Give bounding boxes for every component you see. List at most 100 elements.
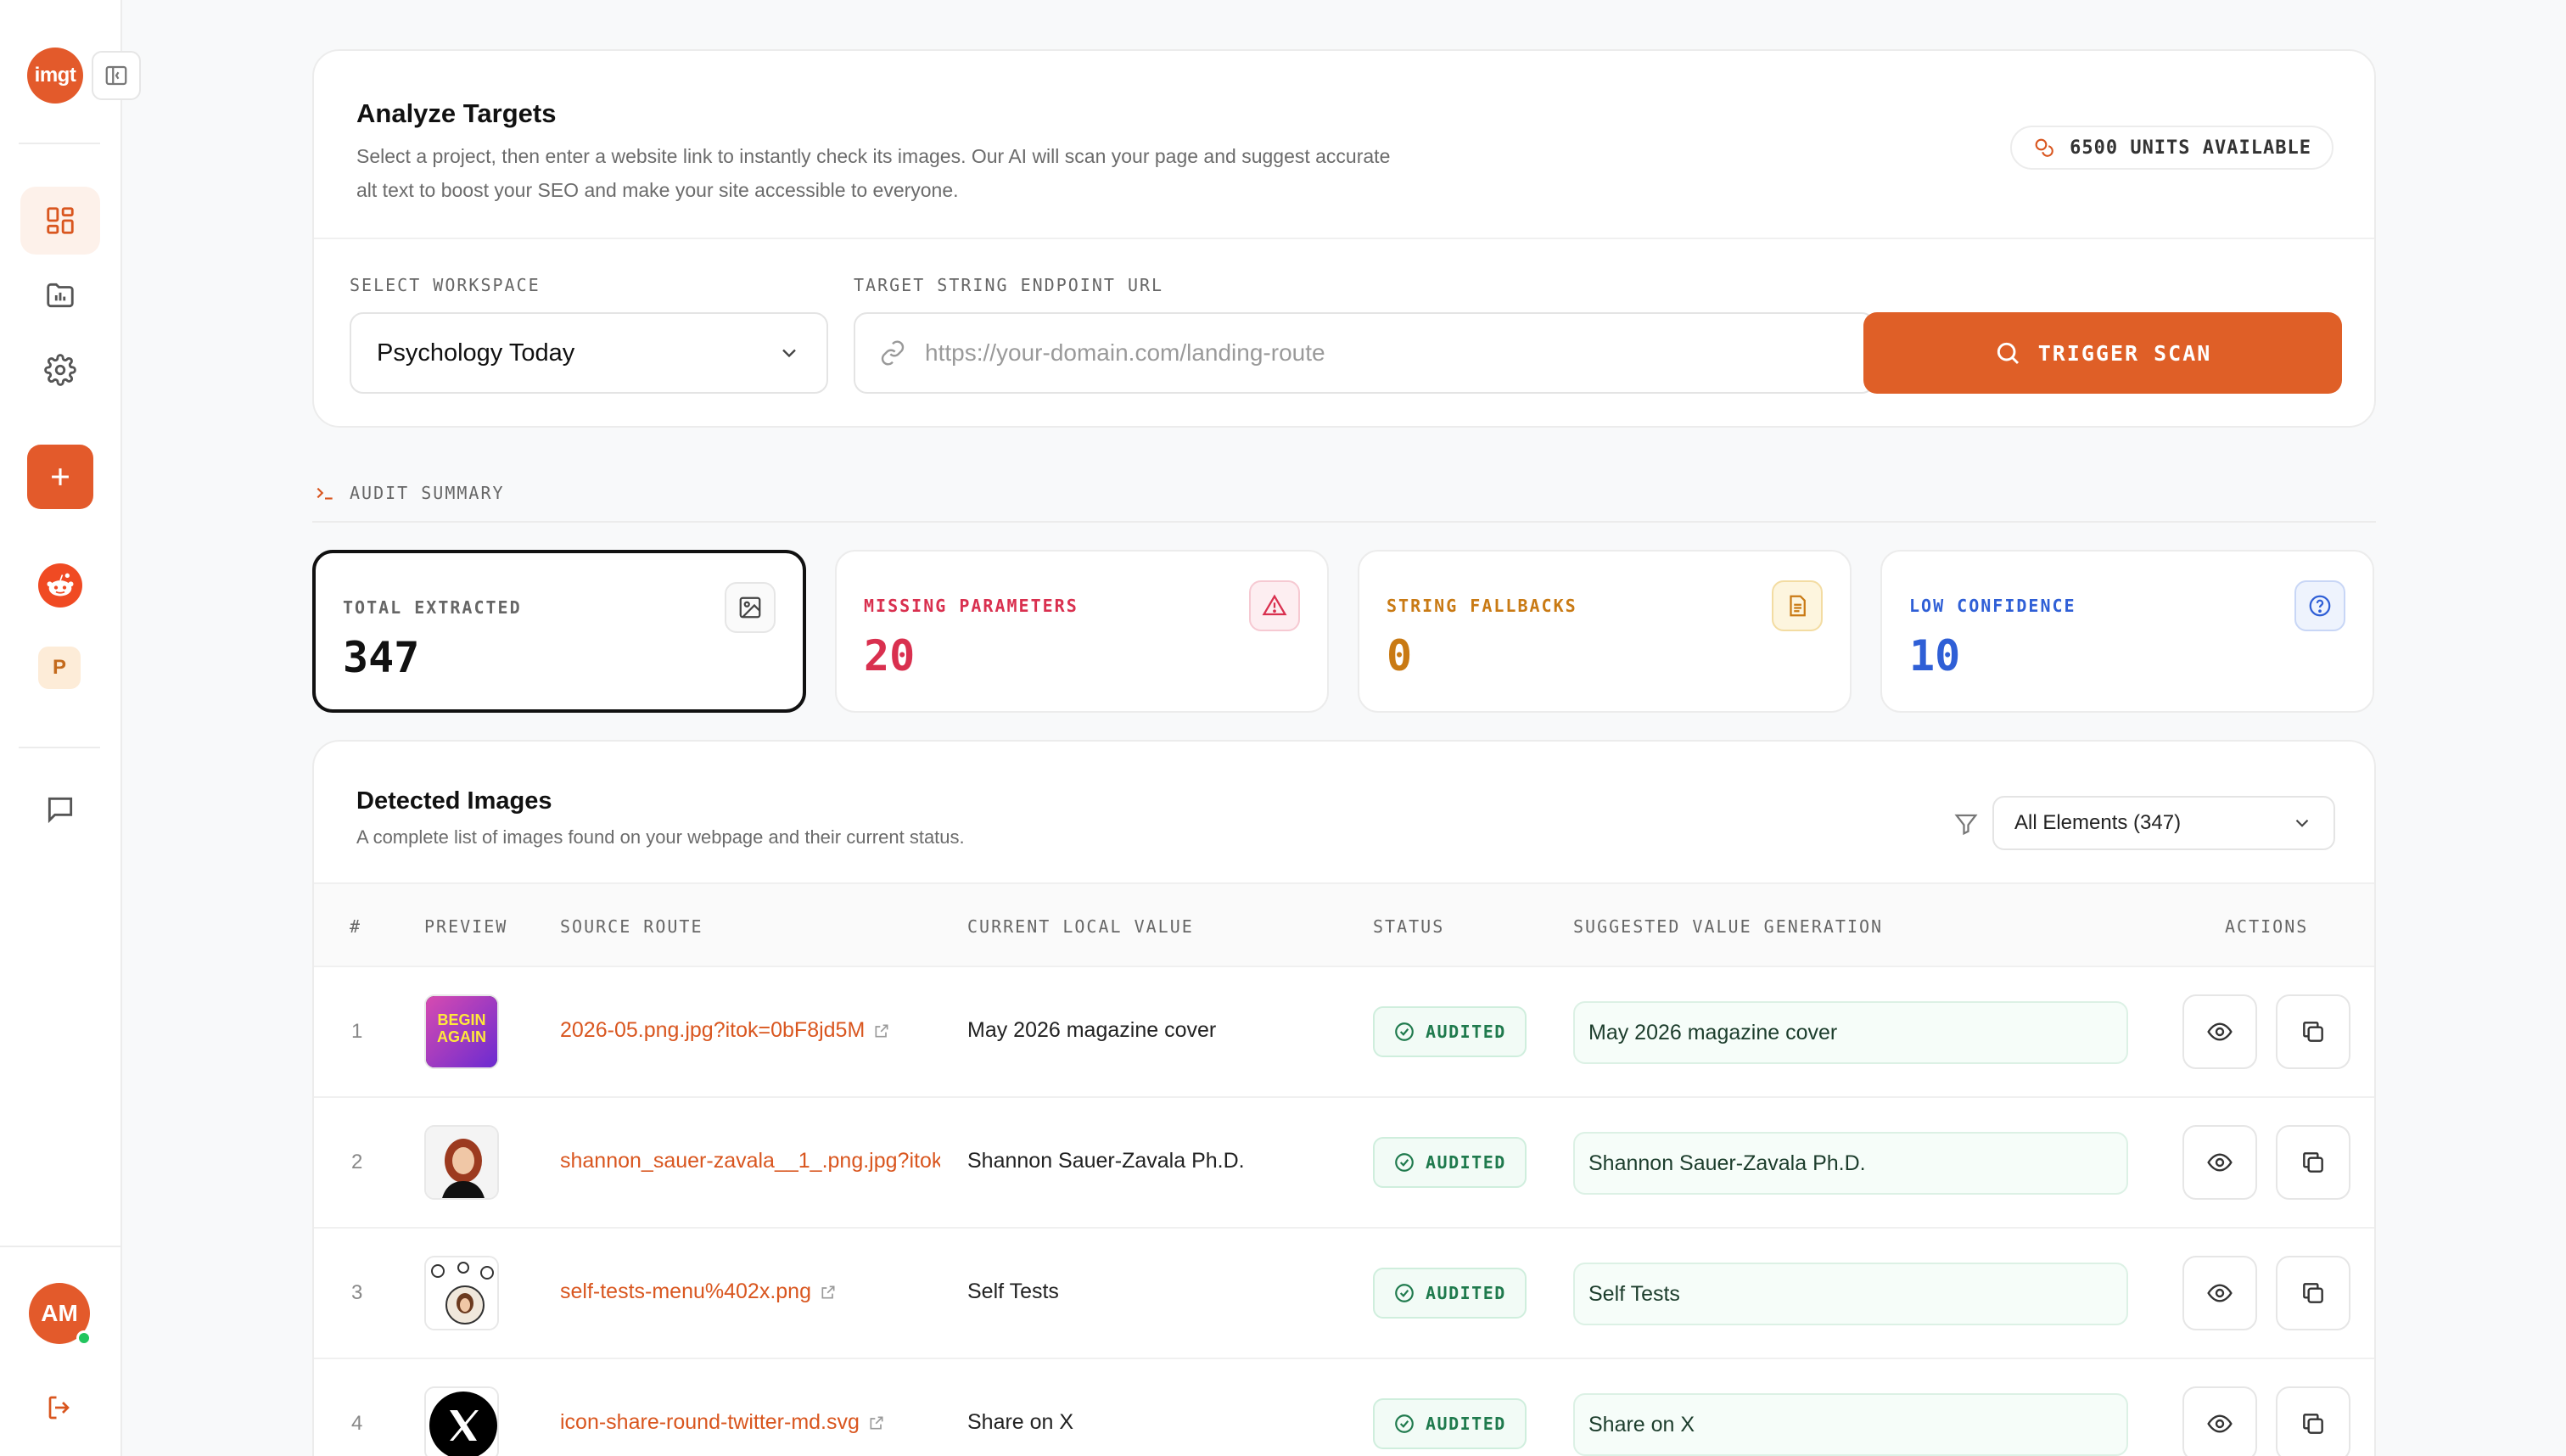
suggested-value-field[interactable]: Shannon Sauer-Zavala Ph.D. <box>1573 1132 2128 1195</box>
url-placeholder: https://your-domain.com/landing-route <box>925 339 1325 366</box>
preview-thumbnail[interactable] <box>424 1125 499 1200</box>
workspace-label: SELECT WORKSPACE <box>350 275 541 295</box>
preview-button[interactable] <box>2182 1386 2257 1456</box>
stat-label: MISSING PARAMETERS <box>864 596 1079 616</box>
table-row: 4 icon-share-round-twitter-md.svg Share … <box>314 1359 2374 1456</box>
logout-icon <box>48 1396 70 1420</box>
stat-value: 10 <box>1909 631 1961 680</box>
copy-icon <box>2303 1283 2323 1303</box>
trigger-scan-button[interactable]: TRIGGER SCAN <box>1863 312 2342 394</box>
copy-button[interactable] <box>2276 1125 2350 1200</box>
status-badge: AUDITED <box>1373 1137 1527 1188</box>
summary-divider <box>312 521 2376 523</box>
eye-icon <box>2207 1153 2233 1172</box>
stat-label: TOTAL EXTRACTED <box>343 597 522 618</box>
dashboard-grid-icon <box>47 207 74 234</box>
warning-triangle-icon <box>1262 594 1287 616</box>
question-circle-icon <box>2309 595 2331 617</box>
detected-title: Detected Images <box>356 787 552 815</box>
source-route-link[interactable]: shannon_sauer-zavala__1_.png.jpg?itok <box>560 1149 940 1173</box>
stat-value: 0 <box>1387 631 1413 680</box>
analyze-targets-card: Analyze Targets Select a project, then e… <box>312 49 2376 428</box>
nav-feedback[interactable] <box>20 776 100 843</box>
preview-button[interactable] <box>2182 1256 2257 1330</box>
stat-string-fallbacks[interactable]: STRING FALLBACKS 0 <box>1358 550 1852 713</box>
audit-summary-header: AUDIT SUMMARY <box>314 482 505 504</box>
terminal-icon <box>317 487 333 500</box>
preview-thumbnail[interactable] <box>424 1256 499 1330</box>
self-tests-illustration <box>426 1257 497 1329</box>
status-badge: AUDITED <box>1373 1268 1527 1319</box>
workspace-select[interactable]: Psychology Today <box>350 312 828 394</box>
online-status-dot <box>76 1330 92 1346</box>
external-link-icon <box>875 1024 888 1037</box>
row-number: 4 <box>351 1412 363 1435</box>
preview-button[interactable] <box>2182 1125 2257 1200</box>
nav-projects[interactable] <box>20 261 100 329</box>
stat-low-confidence[interactable]: LOW CONFIDENCE 10 <box>1880 550 2374 713</box>
stat-label: LOW CONFIDENCE <box>1909 596 2076 616</box>
external-link-icon <box>821 1285 835 1298</box>
search-icon <box>1997 342 2019 365</box>
nav-settings[interactable] <box>20 336 100 404</box>
stat-icon-box <box>1772 580 1823 631</box>
source-route-link[interactable]: 2026-05.png.jpg?itok=0bF8jd5M <box>560 1018 940 1043</box>
units-available-badge: 6500 UNITS AVAILABLE <box>2010 126 2333 170</box>
preview-thumbnail[interactable] <box>424 1386 499 1456</box>
copy-icon <box>2303 1152 2323 1173</box>
copy-button[interactable] <box>2276 1256 2350 1330</box>
source-route-link[interactable]: icon-share-round-twitter-md.svg <box>560 1410 940 1435</box>
app-logo[interactable]: imgt <box>27 48 83 104</box>
copy-button[interactable] <box>2276 994 2350 1069</box>
eye-icon <box>2207 1022 2233 1041</box>
check-circle-icon <box>1395 1284 1414 1302</box>
analyze-divider <box>314 238 2374 239</box>
sidebar-divider <box>19 143 100 144</box>
preview-button[interactable] <box>2182 994 2257 1069</box>
chevron-down-icon <box>2295 819 2309 827</box>
audit-summary-label: AUDIT SUMMARY <box>350 483 505 503</box>
workspace-reddit[interactable] <box>38 563 82 608</box>
suggested-value-field[interactable]: May 2026 magazine cover <box>1573 1001 2128 1064</box>
status-badge: AUDITED <box>1373 1006 1527 1057</box>
sidebar-divider <box>19 747 100 748</box>
collapse-sidebar-button[interactable] <box>92 51 141 100</box>
chat-bubble-icon <box>48 797 73 824</box>
stat-missing-parameters[interactable]: MISSING PARAMETERS 20 <box>835 550 1329 713</box>
status-badge: AUDITED <box>1373 1398 1527 1449</box>
source-route-link[interactable]: self-tests-menu%402x.png <box>560 1280 940 1304</box>
column-header: SUGGESTED VALUE GENERATION <box>1573 916 1884 937</box>
external-link-icon <box>870 1416 883 1429</box>
workspace-value: Psychology Today <box>377 339 575 367</box>
coins-icon <box>2035 138 2053 157</box>
reddit-icon <box>47 573 74 596</box>
preview-thumbnail[interactable]: BEGIN AGAIN <box>424 994 499 1069</box>
image-icon <box>739 596 761 619</box>
logout-button[interactable] <box>41 1388 80 1427</box>
suggested-value-field[interactable]: Self Tests <box>1573 1263 2128 1325</box>
x-logo-icon <box>426 1388 497 1456</box>
filter-value: All Elements (347) <box>2014 811 2182 834</box>
stat-total-extracted[interactable]: TOTAL EXTRACTED 347 <box>312 550 806 713</box>
suggested-value-field[interactable]: Share on X <box>1573 1393 2128 1456</box>
eye-icon <box>2207 1284 2233 1302</box>
url-label: TARGET STRING ENDPOINT URL <box>854 275 1164 295</box>
detected-description: A complete list of images found on your … <box>356 826 965 848</box>
workspace-p[interactable]: P <box>38 647 81 689</box>
stat-value: 20 <box>864 631 916 680</box>
url-input[interactable]: https://your-domain.com/landing-route <box>854 312 1875 394</box>
link-icon <box>881 340 905 366</box>
document-icon <box>1790 595 1806 617</box>
copy-icon <box>2303 1022 2323 1042</box>
filter-funnel-icon <box>1954 814 1978 836</box>
sidebar-divider <box>0 1246 122 1247</box>
nav-dashboard[interactable] <box>20 187 100 255</box>
check-circle-icon <box>1395 1414 1414 1433</box>
filter-select[interactable]: All Elements (347) <box>1992 796 2335 850</box>
column-header: PREVIEW <box>424 916 508 937</box>
check-circle-icon <box>1395 1022 1414 1041</box>
add-project-button[interactable] <box>27 445 93 509</box>
stat-value: 347 <box>343 633 420 682</box>
portrait-image <box>426 1127 497 1198</box>
copy-button[interactable] <box>2276 1386 2350 1456</box>
